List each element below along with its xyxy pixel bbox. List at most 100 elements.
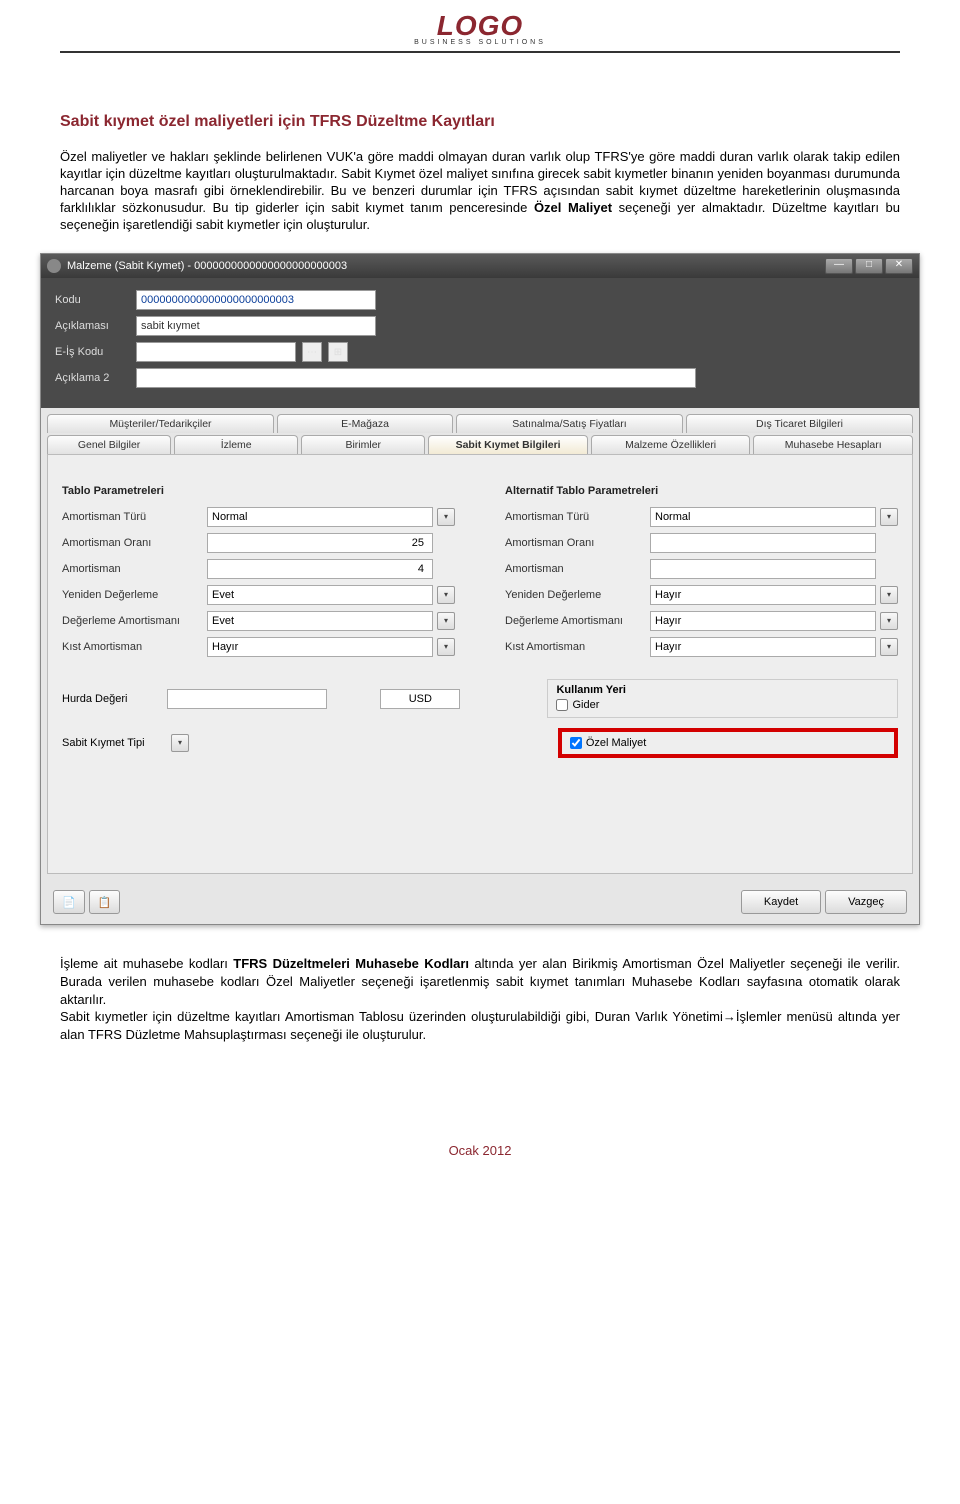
cancel-button[interactable]: Vazgeç <box>825 890 907 914</box>
chevron-down-icon[interactable]: ▾ <box>171 734 189 752</box>
ftxt-d: Sabit kıymetler için düzeltme kayıtları … <box>60 1009 900 1042</box>
param-row: Değerleme AmortismanıEvet▾ <box>62 611 455 631</box>
tab-emagaza[interactable]: E-Mağaza <box>277 414 453 433</box>
param-input[interactable] <box>650 533 876 553</box>
param-input[interactable]: Hayır <box>207 637 433 657</box>
tab-musteriler[interactable]: Müşteriler/Tedarikçiler <box>47 414 274 433</box>
param-row: Amortisman TürüNormal▾ <box>62 507 455 527</box>
page-footer: Ocak 2012 <box>60 1143 900 1168</box>
input-eis-kodu[interactable] <box>136 342 296 362</box>
param-label: Kıst Amortisman <box>62 641 207 653</box>
param-input[interactable]: Hayır <box>650 611 876 631</box>
app-icon <box>47 259 61 273</box>
param-row: Amortisman Oranı25 <box>62 533 455 553</box>
input-aciklama2[interactable] <box>136 368 696 388</box>
tablo-parametreleri-col: Tablo Parametreleri Amortisman TürüNorma… <box>62 485 455 663</box>
param-input[interactable]: Evet <box>207 585 433 605</box>
label-eis-kodu: E-İş Kodu <box>55 346 130 358</box>
chevron-down-icon[interactable]: ▾ <box>437 508 455 526</box>
chevron-down-icon[interactable]: ▾ <box>437 586 455 604</box>
param-label: Değerleme Amortismanı <box>62 615 207 627</box>
window-title: Malzeme (Sabit Kıymet) - 000000000000000… <box>67 260 825 272</box>
tabs-row-2: Genel Bilgiler İzleme Birimler Sabit Kıy… <box>47 435 913 454</box>
ftxt-a: İşleme ait muhasebe kodları <box>60 956 233 971</box>
tab-sabit-kiymet[interactable]: Sabit Kıymet Bilgileri <box>428 435 588 454</box>
tab-birimler[interactable]: Birimler <box>301 435 425 454</box>
param-input[interactable]: Normal <box>650 507 876 527</box>
section-title: Sabit kıymet özel maliyetleri için TFRS … <box>60 113 900 131</box>
param-label: Amortisman Türü <box>62 511 207 523</box>
window-close-button[interactable]: ✕ <box>885 258 913 274</box>
toolbar-button-2[interactable]: 📋 <box>89 890 121 914</box>
param-input[interactable]: 25 <box>207 533 433 553</box>
param-row: Değerleme AmortismanıHayır▾ <box>505 611 898 631</box>
param-input[interactable] <box>650 559 876 579</box>
window-titlebar[interactable]: Malzeme (Sabit Kıymet) - 000000000000000… <box>41 254 919 278</box>
param-label: Yeniden Değerleme <box>505 589 650 601</box>
label-sabit-kiymet-tipi: Sabit Kıymet Tipi <box>62 737 167 749</box>
chevron-down-icon[interactable]: ▾ <box>880 612 898 630</box>
param-label: Amortisman Türü <box>505 511 650 523</box>
intro-text-bold: Özel Maliyet <box>534 200 612 215</box>
chevron-down-icon[interactable]: ▾ <box>880 586 898 604</box>
param-label: Amortisman <box>505 563 650 575</box>
checkbox-gider[interactable] <box>556 699 568 711</box>
app-window: Malzeme (Sabit Kıymet) - 000000000000000… <box>40 253 920 925</box>
chevron-down-icon[interactable]: ▾ <box>880 508 898 526</box>
param-row: Amortisman Oranı <box>505 533 898 553</box>
ozel-maliyet-highlight: Özel Maliyet <box>558 728 898 758</box>
param-rows-left: Amortisman TürüNormal▾Amortisman Oranı25… <box>62 507 455 657</box>
param-row: Amortisman4 <box>62 559 455 579</box>
window-minimize-button[interactable]: — <box>825 258 853 274</box>
param-label: Yeniden Değerleme <box>62 589 207 601</box>
param-label: Amortisman <box>62 563 207 575</box>
lookup-icon-1[interactable]: ⋯ <box>302 342 322 362</box>
label-ozel-maliyet: Özel Maliyet <box>586 737 647 749</box>
toolbar-button-1[interactable]: 📄 <box>53 890 85 914</box>
footer-paragraph: İşleme ait muhasebe kodları TFRS Düzeltm… <box>60 955 900 1043</box>
input-kodu[interactable] <box>136 290 376 310</box>
bottom-bar: 📄 📋 Kaydet Vazgeç <box>41 880 919 924</box>
param-input[interactable]: Hayır <box>650 637 876 657</box>
save-button[interactable]: Kaydet <box>741 890 821 914</box>
param-row: Amortisman TürüNormal▾ <box>505 507 898 527</box>
tab-disticaret[interactable]: Dış Ticaret Bilgileri <box>686 414 913 433</box>
param-row: Kıst AmortismanHayır▾ <box>505 637 898 657</box>
param-label: Kıst Amortisman <box>505 641 650 653</box>
param-label: Amortisman Oranı <box>62 537 207 549</box>
logo-main: LOGO <box>60 10 900 42</box>
header-logo: LOGO BUSINESS SOLUTIONS <box>60 0 900 51</box>
param-rows-right: Amortisman TürüNormal▾Amortisman OranıAm… <box>505 507 898 657</box>
tab-malzeme-ozellikleri[interactable]: Malzeme Özellikleri <box>591 435 751 454</box>
param-row: Kıst AmortismanHayır▾ <box>62 637 455 657</box>
param-input[interactable]: Hayır <box>650 585 876 605</box>
intro-paragraph: Özel maliyetler ve hakları şeklinde beli… <box>60 149 900 233</box>
chevron-down-icon[interactable]: ▾ <box>437 638 455 656</box>
label-hurda-degeri: Hurda Değeri <box>62 693 167 705</box>
label-gider: Gider <box>572 699 599 711</box>
logo-subtitle: BUSINESS SOLUTIONS <box>60 39 900 46</box>
label-aciklamasi: Açıklaması <box>55 320 130 332</box>
chevron-down-icon[interactable]: ▾ <box>437 612 455 630</box>
kullanim-yeri-group: Kullanım Yeri Gider <box>547 679 898 718</box>
checkbox-ozel-maliyet[interactable] <box>570 737 582 749</box>
param-input[interactable]: Evet <box>207 611 433 631</box>
tab-genel[interactable]: Genel Bilgiler <box>47 435 171 454</box>
tab-satinalma[interactable]: Satınalma/Satış Fiyatları <box>456 414 683 433</box>
param-row: Amortisman <box>505 559 898 579</box>
window-restore-button[interactable]: □ <box>855 258 883 274</box>
tab-muhasebe-hesaplari[interactable]: Muhasebe Hesapları <box>753 435 913 454</box>
input-aciklamasi[interactable] <box>136 316 376 336</box>
input-hurda-degeri[interactable] <box>167 689 327 709</box>
lookup-icon-2[interactable]: ⊞ <box>328 342 348 362</box>
tab-izleme[interactable]: İzleme <box>174 435 298 454</box>
param-input[interactable]: Normal <box>207 507 433 527</box>
param-input[interactable]: 4 <box>207 559 433 579</box>
alternatif-parametreler-head: Alternatif Tablo Parametreleri <box>505 485 898 497</box>
param-label: Amortisman Oranı <box>505 537 650 549</box>
param-label: Değerleme Amortismanı <box>505 615 650 627</box>
input-usd[interactable] <box>380 689 460 709</box>
chevron-down-icon[interactable]: ▾ <box>880 638 898 656</box>
tablo-parametreleri-head: Tablo Parametreleri <box>62 485 455 497</box>
alternatif-parametreler-col: Alternatif Tablo Parametreleri Amortisma… <box>505 485 898 663</box>
